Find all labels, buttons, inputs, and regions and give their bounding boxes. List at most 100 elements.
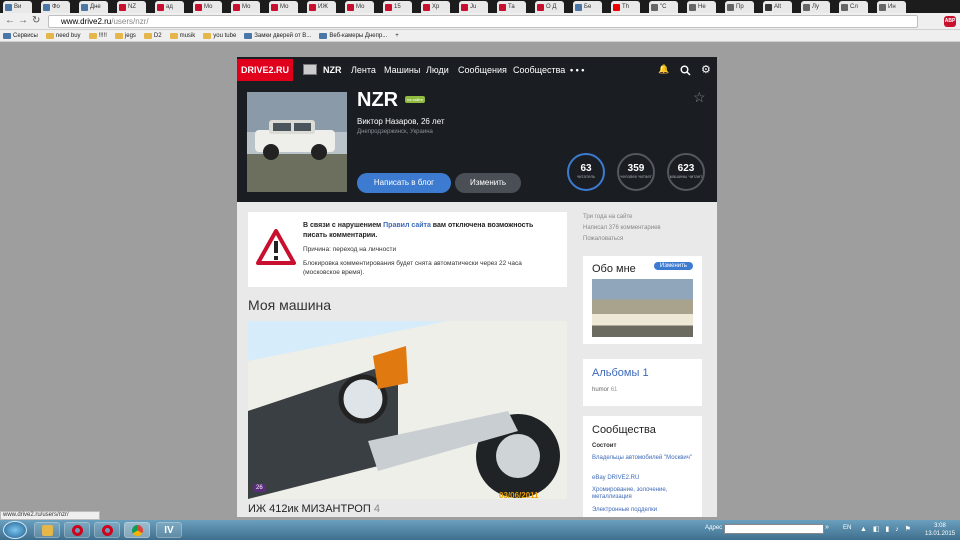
write-blog-button[interactable]: Написать в блог: [357, 173, 451, 193]
forward-icon[interactable]: →: [18, 16, 28, 26]
stat-following-cars[interactable]: 623 машины читает: [667, 153, 705, 191]
browser-tab[interactable]: О Д: [535, 1, 564, 13]
nav-feed[interactable]: Лента: [351, 65, 376, 75]
bookmark-label: you tube: [213, 32, 237, 39]
taskbar-explorer[interactable]: [34, 522, 60, 538]
bell-icon[interactable]: 🔔: [658, 64, 669, 75]
tab-label: Не: [698, 4, 706, 10]
bookmark-item[interactable]: D2: [143, 32, 162, 39]
browser-tab[interactable]: ИЖ: [307, 1, 336, 13]
browser-tab[interactable]: Мо: [193, 1, 222, 13]
community-link[interactable]: Хромирование, золочение, металлизация: [592, 487, 696, 501]
browser-tab[interactable]: Ин: [877, 1, 906, 13]
bookmark-item[interactable]: +: [395, 33, 399, 39]
bookmark-item[interactable]: jegs: [114, 32, 136, 39]
browser-tab[interactable]: Сл: [839, 1, 868, 13]
car-main-photo[interactable]: [248, 321, 567, 499]
tab-label: Ви: [14, 4, 22, 10]
bookmark-item[interactable]: need buy: [45, 32, 81, 39]
browser-tab[interactable]: Ви: [3, 1, 32, 13]
taskbar-chrome[interactable]: [124, 522, 150, 538]
browser-tab[interactable]: 15: [383, 1, 412, 13]
wiki-icon: [765, 3, 772, 11]
browser-tab[interactable]: Та: [497, 1, 526, 13]
browser-tab[interactable]: Фо: [41, 1, 70, 13]
apps-icon: [3, 32, 11, 39]
taskbar-app-iv[interactable]: IV: [156, 522, 182, 538]
browser-tab[interactable]: Дне: [79, 1, 108, 13]
vk-icon: [575, 3, 582, 11]
stat-readers[interactable]: 63 читатель: [567, 153, 605, 191]
browser-tab[interactable]: ад: [155, 1, 184, 13]
browser-tab[interactable]: Alt: [763, 1, 792, 13]
community-link[interactable]: eBay DRIVE2.RU: [592, 475, 696, 482]
community-link[interactable]: Электронные подделки: [592, 507, 696, 514]
about-photo[interactable]: [592, 279, 693, 337]
browser-tab[interactable]: "С: [649, 1, 678, 13]
report-link[interactable]: Пожаловаться: [583, 236, 623, 242]
browser-tab[interactable]: Мо: [269, 1, 298, 13]
notice-title-pre: В связи с нарушением: [303, 222, 384, 229]
bookmark-item[interactable]: musik: [169, 32, 195, 39]
profile-car-photo[interactable]: [247, 92, 347, 192]
language-indicator[interactable]: EN: [843, 525, 851, 531]
stat-value: 623: [677, 163, 695, 174]
back-icon[interactable]: ←: [5, 16, 15, 26]
browser-tab[interactable]: Лу: [801, 1, 830, 13]
adblock-icon[interactable]: ABP: [944, 16, 956, 27]
browser-tab[interactable]: Мо: [231, 1, 260, 13]
browser-tab[interactable]: Хр: [421, 1, 450, 13]
online-badge: на сайте: [405, 96, 426, 103]
drive2-icon: [385, 3, 392, 11]
nav-people[interactable]: Люди: [426, 65, 449, 75]
nav-more[interactable]: • • •: [570, 65, 584, 75]
about-edit-button[interactable]: Изменить: [653, 262, 693, 270]
browser-tab[interactable]: Не: [687, 1, 716, 13]
browser-tab[interactable]: Th: [611, 1, 640, 13]
nav-cars[interactable]: Машины: [384, 65, 420, 75]
nav-nzr[interactable]: NZR: [323, 65, 342, 75]
browser-tab[interactable]: NZ: [117, 1, 146, 13]
clock-date: 13.01.2015: [925, 531, 956, 537]
site-top-nav: DRIVE2.RU NZR Лента Машины Люди Сообщени…: [237, 57, 717, 83]
site-rules-link[interactable]: Правил сайта: [383, 222, 431, 229]
search-icon[interactable]: [680, 65, 691, 76]
browser-tab[interactable]: Пр: [725, 1, 754, 13]
star-icon[interactable]: ☆: [693, 89, 706, 106]
system-tray-icons[interactable]: ▲ ◧ ▮ ♪ ⚑: [860, 525, 913, 533]
bookmark-item[interactable]: Веб-камеры Днепр...: [319, 32, 387, 39]
browser-tab[interactable]: Ju: [459, 1, 488, 13]
communities-subtitle: Состоит: [592, 443, 617, 449]
bookmark-item[interactable]: Замки дверей от В...: [244, 32, 311, 39]
clock[interactable]: 3:08 13.01.2015: [925, 522, 955, 538]
taskbar-opera[interactable]: [64, 522, 90, 538]
tab-label: Фо: [52, 4, 60, 10]
community-link[interactable]: Владельцы автомобилей "Москвич": [592, 455, 696, 462]
albums-title[interactable]: Альбомы 1: [592, 367, 649, 379]
warning-icon: [256, 229, 296, 265]
bookmark-item[interactable]: !!!!!: [88, 32, 107, 39]
car-title[interactable]: ИЖ 412ик МИЗАНТРОП 4: [248, 503, 380, 515]
taskbar-address-input[interactable]: [724, 524, 824, 534]
browser-tab[interactable]: Бе: [573, 1, 602, 13]
user-car-thumb-icon[interactable]: [303, 64, 317, 75]
album-item[interactable]: humor 61: [592, 387, 696, 394]
gear-icon[interactable]: ⚙: [701, 63, 711, 76]
taskbar-opera2[interactable]: [94, 522, 120, 538]
profile-header: NZR на сайте Виктор Назаров, 26 лет Днеп…: [237, 83, 717, 202]
url-input[interactable]: www.drive2.ru/users/nzr/: [48, 15, 918, 28]
start-button[interactable]: [3, 521, 27, 539]
site-logo[interactable]: DRIVE2.RU: [237, 59, 293, 81]
tab-label: Пр: [736, 4, 744, 10]
window-controls[interactable]: [920, 0, 960, 13]
stat-following-people[interactable]: 359 человек читает: [617, 153, 655, 191]
go-icon[interactable]: »: [825, 524, 829, 531]
nav-messages[interactable]: Сообщения: [458, 65, 507, 75]
vk-icon: [43, 3, 50, 11]
nav-communities[interactable]: Сообщества: [513, 65, 565, 75]
bookmark-item[interactable]: you tube: [203, 32, 237, 39]
edit-profile-button[interactable]: Изменить: [455, 173, 521, 193]
browser-tab[interactable]: Мо: [345, 1, 374, 13]
reload-icon[interactable]: ↻: [32, 16, 40, 26]
bookmark-item[interactable]: Сервисы: [3, 32, 38, 39]
